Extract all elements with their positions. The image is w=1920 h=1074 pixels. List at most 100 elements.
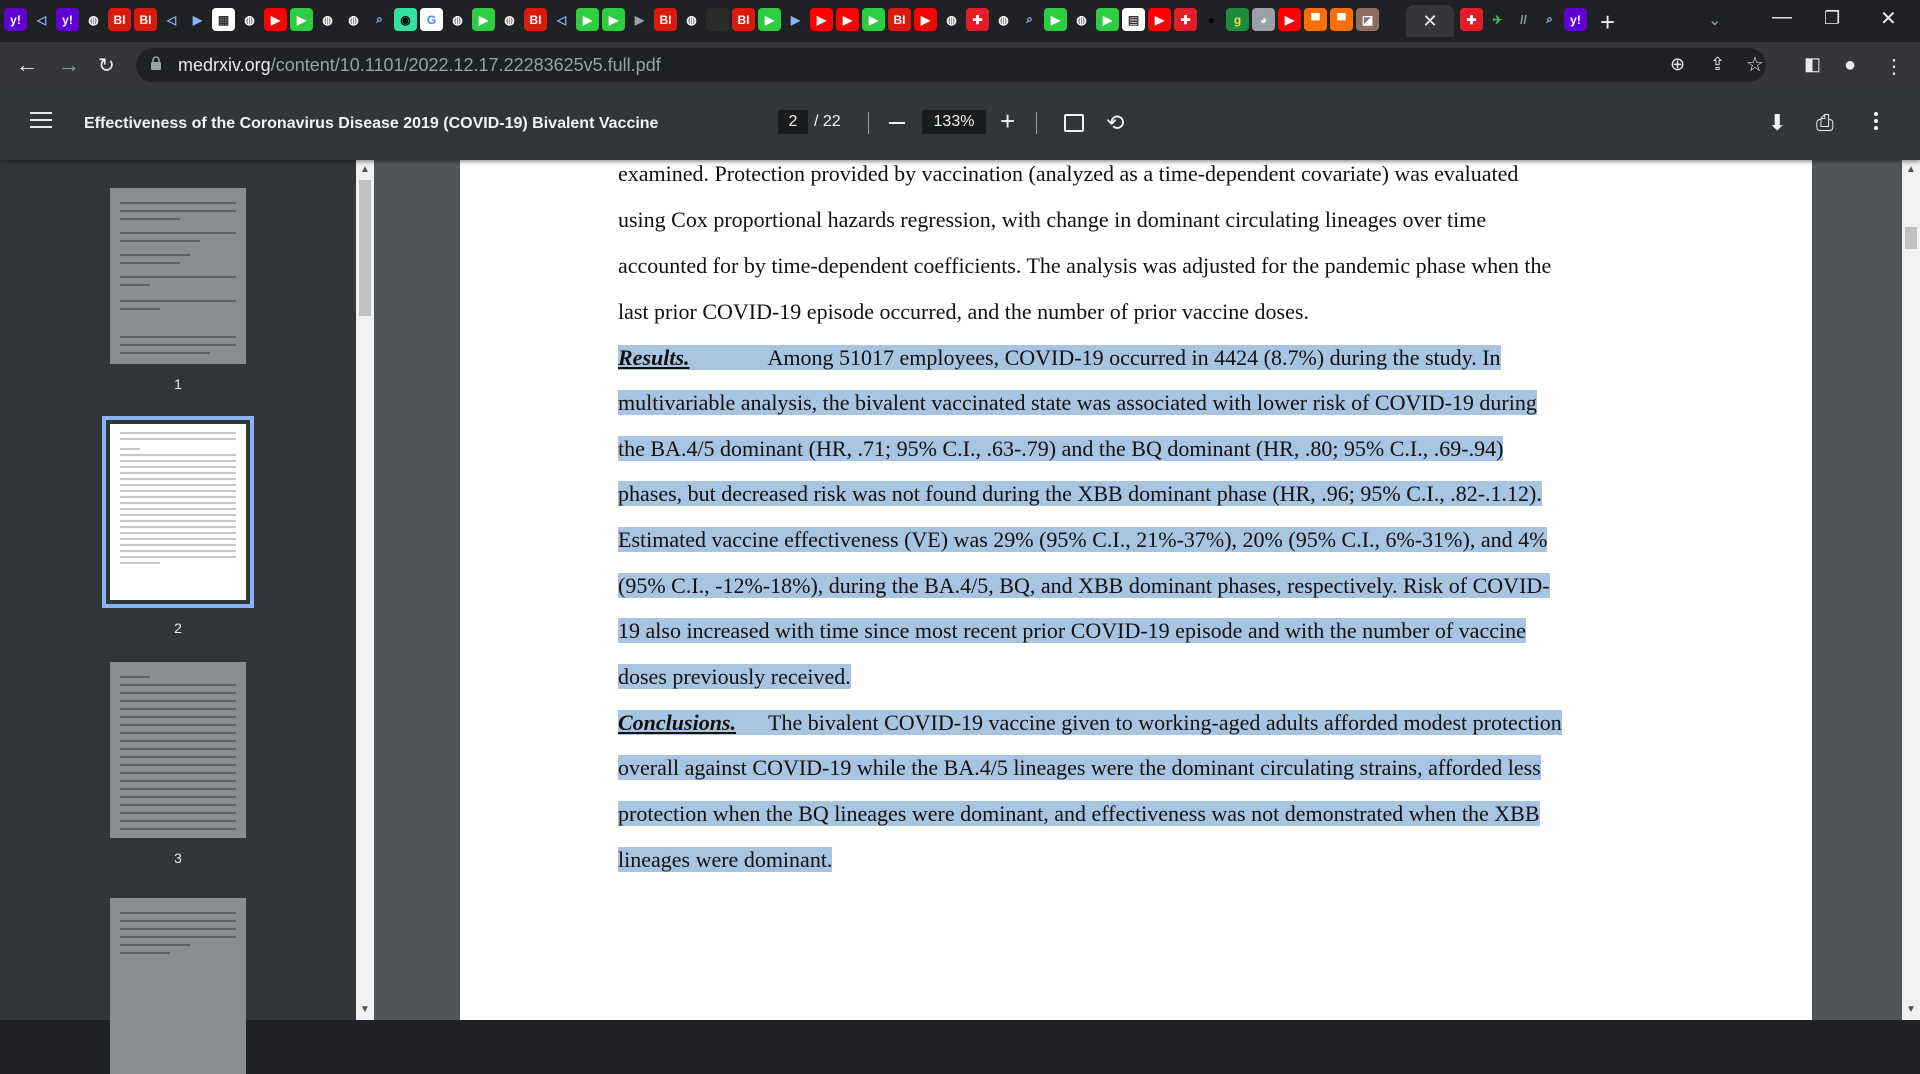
- forward-icon[interactable]: →: [58, 52, 80, 78]
- lock-icon[interactable]: [150, 56, 162, 70]
- globe-icon[interactable]: ◍: [680, 8, 703, 31]
- bi-icon[interactable]: BI: [134, 8, 157, 31]
- media-icon[interactable]: ▶: [186, 8, 209, 31]
- print-icon[interactable]: ⎙: [1816, 110, 1834, 136]
- zoom-level-input[interactable]: 133%: [922, 110, 986, 134]
- circle-icon[interactable]: ●: [1200, 8, 1223, 31]
- text-line[interactable]: 19 also increased with time since most r…: [618, 617, 1526, 645]
- youtube-icon[interactable]: ▶: [1278, 8, 1301, 31]
- download-icon[interactable]: ⬇: [1768, 110, 1786, 136]
- text-line[interactable]: Estimated vaccine effectiveness (VE) was…: [618, 526, 1548, 554]
- sidebar-scrollbar[interactable]: ▲ ▼: [356, 160, 374, 1020]
- globe-icon[interactable]: ◍: [316, 8, 339, 31]
- close-tab-icon[interactable]: ✕: [1422, 11, 1437, 32]
- play-icon[interactable]: ▶: [576, 8, 599, 31]
- restore-icon[interactable]: ❐: [1824, 8, 1840, 29]
- bi-icon[interactable]: BI: [108, 8, 131, 31]
- scroll-up-icon[interactable]: ▲: [1906, 164, 1916, 175]
- close-window-icon[interactable]: ✕: [1880, 6, 1897, 31]
- bookmark-icon[interactable]: ▀: [1304, 8, 1327, 31]
- globe-icon[interactable]: ◍: [992, 8, 1015, 31]
- text-line[interactable]: doses previously received.: [618, 663, 851, 691]
- globe-icon[interactable]: ◍: [82, 8, 105, 31]
- thumbnail-page-2[interactable]: 2: [102, 416, 254, 636]
- yahoo-icon[interactable]: y!: [1564, 8, 1587, 31]
- grid-icon[interactable]: //: [1512, 8, 1535, 31]
- scroll-up-icon[interactable]: ▲: [360, 164, 370, 175]
- more-actions-icon[interactable]: [1874, 112, 1878, 133]
- youtube-icon[interactable]: ▶: [264, 8, 287, 31]
- back-icon[interactable]: ←: [16, 52, 38, 78]
- play-icon[interactable]: ▶: [472, 8, 495, 31]
- thumbnail-page-4[interactable]: [110, 898, 246, 1074]
- profile-icon[interactable]: ●: [1844, 54, 1856, 77]
- yahoo-icon[interactable]: y!: [56, 8, 79, 31]
- text-line[interactable]: protection when the BQ lineages were dom…: [618, 800, 1540, 828]
- reload-icon[interactable]: ↻: [98, 53, 115, 78]
- globe-icon[interactable]: ◍: [940, 8, 963, 31]
- qr-icon[interactable]: ▦: [212, 8, 235, 31]
- zoom-out-icon[interactable]: [889, 122, 905, 124]
- fit-to-page-icon[interactable]: [1064, 114, 1084, 132]
- play-icon[interactable]: ▶: [290, 8, 313, 31]
- active-tab[interactable]: ✕: [1406, 5, 1454, 37]
- scroll-down-icon[interactable]: ▼: [1906, 1004, 1916, 1015]
- g-icon[interactable]: g: [1226, 8, 1249, 31]
- globe-icon[interactable]: ◍: [1070, 8, 1093, 31]
- youtube-icon[interactable]: ▶: [836, 8, 859, 31]
- globe-icon[interactable]: ◍: [238, 8, 261, 31]
- thumbnail-page-3[interactable]: 3: [110, 662, 246, 866]
- search-icon[interactable]: ⌕: [1538, 8, 1561, 31]
- bookmark-star-icon[interactable]: ☆: [1746, 52, 1764, 77]
- play-icon[interactable]: ▶: [602, 8, 625, 31]
- shopping-icon[interactable]: ✈: [1486, 8, 1509, 31]
- text-line[interactable]: (95% C.I., -12%-18%), during the BA.4/5,…: [618, 572, 1550, 600]
- gift-icon[interactable]: ✚: [966, 8, 989, 31]
- text-line[interactable]: the BA.4/5 dominant (HR, .71; 95% C.I., …: [618, 435, 1504, 463]
- gift-icon[interactable]: ✚: [1174, 8, 1197, 31]
- play-icon[interactable]: ▶: [1044, 8, 1067, 31]
- globe-icon[interactable]: ◍: [342, 8, 365, 31]
- search-icon[interactable]: ⌕: [1018, 8, 1041, 31]
- media-icon[interactable]: ▶: [784, 8, 807, 31]
- bookmark-icon[interactable]: ▀: [1330, 8, 1353, 31]
- pdf-page[interactable]: examined. Protection provided by vaccina…: [460, 160, 1812, 1020]
- thumbnail-image[interactable]: [110, 898, 246, 1074]
- youtube-icon[interactable]: ▶: [914, 8, 937, 31]
- tab-search-icon[interactable]: ⌄: [1708, 10, 1721, 30]
- minimize-icon[interactable]: —: [1772, 6, 1792, 29]
- youtube-icon[interactable]: ▶: [810, 8, 833, 31]
- globe-icon[interactable]: ◍: [498, 8, 521, 31]
- viewer-scroll-thumb[interactable]: [1905, 227, 1917, 249]
- text-line[interactable]: examined. Protection provided by vaccina…: [618, 160, 1518, 188]
- blank-icon[interactable]: [706, 8, 729, 31]
- avatar-icon[interactable]: ◕: [1252, 8, 1275, 31]
- thumbnail-image[interactable]: [110, 188, 246, 364]
- search-icon[interactable]: ⌕: [368, 8, 391, 31]
- globe-icon[interactable]: ◍: [446, 8, 469, 31]
- scroll-down-icon[interactable]: ▼: [360, 1004, 370, 1015]
- news-icon[interactable]: ▤: [1122, 8, 1145, 31]
- bi-icon[interactable]: BI: [732, 8, 755, 31]
- text-line[interactable]: Conclusions. The bivalent COVID-19 vaccin…: [618, 709, 1562, 737]
- address-bar[interactable]: medrxiv.org/content/10.1101/2022.12.17.2…: [136, 48, 1766, 82]
- url-text[interactable]: medrxiv.org/content/10.1101/2022.12.17.2…: [178, 55, 661, 76]
- text-line[interactable]: using Cox proportional hazards regressio…: [618, 206, 1486, 234]
- google-icon[interactable]: G: [420, 8, 443, 31]
- viewer-scrollbar[interactable]: ▲ ▼: [1902, 160, 1920, 1020]
- photo-icon[interactable]: ◪: [1356, 8, 1379, 31]
- tripadvisor-icon[interactable]: ◉: [394, 8, 417, 31]
- yahoo-icon[interactable]: y!: [4, 8, 27, 31]
- brave-icon[interactable]: ◁: [160, 8, 183, 31]
- text-line[interactable]: phases, but decreased risk was not found…: [618, 480, 1542, 508]
- pdf-viewer[interactable]: examined. Protection provided by vaccina…: [374, 160, 1902, 1020]
- text-line[interactable]: Results. Among 51017 employees, COVID-19 …: [618, 344, 1501, 372]
- zoom-in-icon[interactable]: +: [1000, 106, 1015, 137]
- sidebar-scroll-thumb[interactable]: [359, 180, 371, 316]
- youtube-icon[interactable]: ▶: [1148, 8, 1171, 31]
- text-line[interactable]: lineages were dominant.: [618, 846, 833, 874]
- rotate-icon[interactable]: ⟲: [1106, 110, 1124, 136]
- media-icon[interactable]: ▶: [628, 8, 651, 31]
- thumbnail-page-1[interactable]: 1: [110, 188, 246, 392]
- play-icon[interactable]: ▶: [862, 8, 885, 31]
